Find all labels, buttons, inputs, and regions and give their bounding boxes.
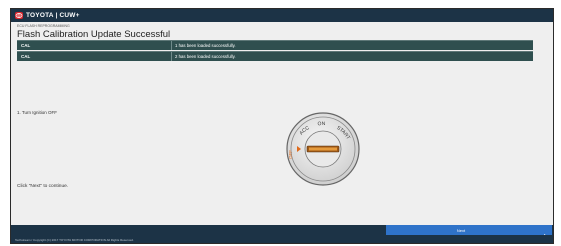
result-ecu-label: CAL — [21, 42, 31, 48]
resize-grip-icon[interactable] — [544, 236, 550, 243]
top-bar: TOYOTA | CUW+ — [11, 9, 553, 22]
brand: TOYOTA | CUW+ — [15, 11, 80, 20]
app-window: TOYOTA | CUW+ ECU FLASH REPROGRAMMING Fl… — [10, 8, 554, 244]
column-divider — [171, 52, 172, 61]
result-ecu-label: CAL — [21, 53, 31, 59]
continue-instruction: Click "Next" to continue. — [17, 184, 69, 189]
breadcrumb: ECU FLASH REPROGRAMMING — [17, 24, 70, 28]
ignition-dial: ACC ON START OFF — [283, 109, 363, 189]
bottom-bar: Next — [11, 225, 553, 240]
dial-off-label: OFF — [288, 150, 293, 159]
toyota-logo-icon — [15, 12, 23, 19]
instruction-step: 1. Turn Ignition OFF — [17, 110, 58, 115]
brand-name: TOYOTA | CUW+ — [26, 12, 80, 19]
next-button[interactable]: Next — [386, 225, 552, 240]
result-row: CAL 2 has been loaded successfully. — [17, 51, 533, 61]
result-status-text: 1 has been loaded successfully. — [175, 43, 236, 48]
result-status-text: 2 has been loaded successfully. — [175, 54, 236, 59]
key-slot-highlight — [309, 147, 337, 151]
result-row: CAL 1 has been loaded successfully. — [17, 40, 533, 50]
status-footer: Techstream / Copyright (C) 2017 TOYOTA M… — [11, 235, 553, 243]
ignition-key-icon: ACC ON START OFF — [286, 112, 360, 186]
copyright-text: Techstream / Copyright (C) 2017 TOYOTA M… — [15, 237, 134, 242]
column-divider — [171, 41, 172, 50]
next-button-label: Next — [456, 227, 466, 233]
page-title: Flash Calibration Update Successful — [17, 29, 171, 40]
